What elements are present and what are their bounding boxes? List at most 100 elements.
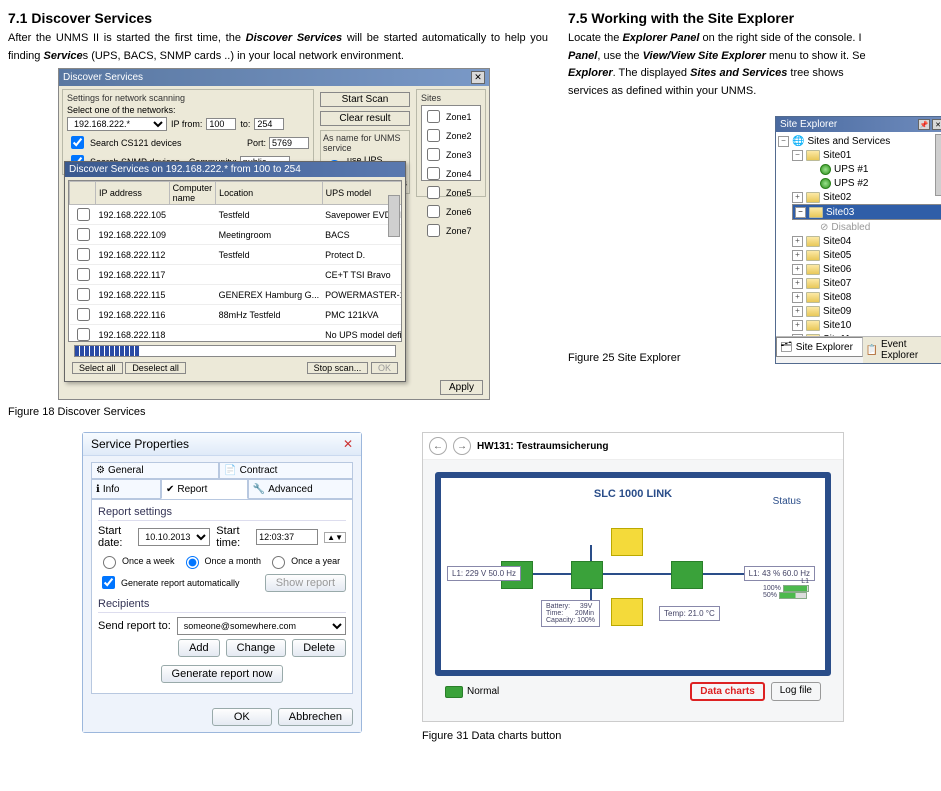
ip-from-input[interactable] — [206, 118, 236, 130]
sites-legend: Sites — [421, 93, 481, 103]
row-checkbox[interactable] — [77, 228, 90, 241]
name-legend: As name for UNMS service — [323, 133, 407, 153]
tree-site[interactable]: +Site09 — [792, 304, 941, 318]
tree-site[interactable]: +Site02 — [792, 190, 941, 204]
nav-fwd-icon[interactable]: → — [453, 437, 471, 455]
close-icon[interactable]: ✕ — [343, 437, 353, 451]
ok-button[interactable]: OK — [371, 362, 398, 374]
tree-root[interactable]: −🌐Sites and Services — [778, 134, 941, 148]
row-checkbox[interactable] — [77, 288, 90, 301]
tree-site-selected[interactable]: −Site03 — [792, 204, 941, 220]
tree-scrollbar[interactable] — [935, 134, 941, 196]
change-button[interactable]: Change — [226, 639, 287, 657]
tree-site[interactable]: +Site11 — [792, 332, 941, 336]
table-row[interactable]: 192.168.222.11688mHz TestfeldPMC 121kVA — [70, 305, 403, 325]
start-date-select[interactable]: 10.10.2013 — [138, 528, 210, 546]
delete-button[interactable]: Delete — [292, 639, 346, 657]
row-checkbox[interactable] — [77, 248, 90, 261]
tree-site[interactable]: +Site05 — [792, 248, 941, 262]
show-report-button[interactable]: Show report — [265, 574, 346, 592]
freq-year-radio[interactable] — [272, 556, 285, 569]
col-comp[interactable]: Computer name — [169, 182, 216, 205]
tree-site[interactable]: +Site10 — [792, 318, 941, 332]
select-all-button[interactable]: Select all — [72, 362, 123, 374]
log-file-button[interactable]: Log file — [771, 682, 821, 701]
cancel-button[interactable]: Abbrechen — [278, 708, 353, 726]
zone-item[interactable]: Zone7 — [423, 221, 479, 240]
network-select[interactable]: 192.168.222.* — [67, 117, 167, 131]
tree-site[interactable]: +Site04 — [792, 234, 941, 248]
tab-site-explorer[interactable]: 🗂Site Explorer — [776, 337, 863, 357]
service-icon — [820, 164, 831, 175]
tree-service[interactable]: UPS #2 — [806, 176, 941, 190]
tab-event-explorer[interactable]: 📋Event Explorer — [863, 337, 941, 363]
close-icon[interactable]: ✕ — [471, 71, 485, 84]
apply-button[interactable]: Apply — [440, 380, 483, 395]
row-checkbox[interactable] — [77, 268, 90, 281]
table-row[interactable]: 192.168.222.117CE+T TSI Bravo — [70, 265, 403, 285]
start-time-input[interactable] — [256, 529, 318, 545]
status-label: Status — [773, 496, 801, 507]
tree-disabled[interactable]: ⊘Disabled — [806, 220, 941, 234]
tab-contract[interactable]: 📄Contract — [219, 462, 353, 479]
data-charts-button[interactable]: Data charts — [690, 682, 764, 701]
ip-to-input[interactable] — [254, 118, 284, 130]
ok-button[interactable]: OK — [212, 708, 272, 726]
tree-site[interactable]: +Site06 — [792, 262, 941, 276]
tab-report[interactable]: ✔Report — [161, 479, 248, 499]
table-row[interactable]: 192.168.222.109MeetingroomBACS — [70, 225, 403, 245]
col-loc[interactable]: Location — [216, 182, 323, 205]
txt: After the UNMS II is started the first t… — [8, 32, 246, 44]
tab-general[interactable]: ⚙General — [91, 462, 219, 479]
start-time-label: Start time: — [216, 525, 250, 549]
tab-label: Contract — [240, 465, 278, 476]
table-row[interactable]: 192.168.222.115GENEREX Hamburg G...POWER… — [70, 285, 403, 305]
discover-titlebar[interactable]: Discover Services ✕ — [59, 69, 489, 86]
txt: Explorer Panel — [622, 32, 699, 44]
tree-site[interactable]: +Site08 — [792, 290, 941, 304]
zone-item[interactable]: Zone5 — [423, 183, 479, 202]
zone-item[interactable]: Zone2 — [423, 126, 479, 145]
close-icon[interactable]: ✕ — [932, 119, 941, 130]
send-to-select[interactable]: someone@somewhere.com — [177, 617, 346, 635]
scrollbar[interactable] — [388, 195, 400, 237]
txt: View/View Site Explorer — [643, 50, 766, 62]
zone-item[interactable]: Zone3 — [423, 145, 479, 164]
search-cs-checkbox[interactable] — [71, 136, 84, 149]
nav-back-icon[interactable]: ← — [429, 437, 447, 455]
deselect-all-button[interactable]: Deselect all — [125, 362, 186, 374]
tree-site[interactable]: +Site07 — [792, 276, 941, 290]
tab-advanced[interactable]: 🔧Advanced — [248, 479, 353, 499]
stop-scan-button[interactable]: Stop scan... — [307, 362, 369, 374]
auto-checkbox[interactable] — [102, 576, 115, 589]
time-stepper[interactable]: ▲▼ — [324, 532, 346, 543]
load-bars: L1 100% 50% — [763, 578, 809, 599]
freq-month-radio[interactable] — [186, 556, 199, 569]
zone-item[interactable]: Zone4 — [423, 164, 479, 183]
table-row[interactable]: 192.168.222.105TestfeldSavepower EVD UPS — [70, 205, 403, 225]
clear-result-button[interactable]: Clear result — [320, 111, 410, 126]
pin-icon[interactable]: 📌 — [918, 119, 930, 130]
port-input[interactable] — [269, 137, 309, 149]
table-row[interactable]: 192.168.222.118No UPS model defined — [70, 325, 403, 343]
site-tree[interactable]: −🌐Sites and Services −Site01 UPS #1 UPS … — [776, 132, 941, 336]
add-button[interactable]: Add — [178, 639, 220, 657]
freq-month-label: Once a month — [205, 556, 262, 566]
freq-week-radio[interactable] — [103, 556, 116, 569]
col-ip[interactable]: IP address — [96, 182, 170, 205]
start-scan-button[interactable]: Start Scan — [320, 92, 410, 107]
zone-item[interactable]: Zone1 — [423, 107, 479, 126]
site-icon — [806, 306, 820, 317]
site-icon — [806, 334, 820, 337]
generate-now-button[interactable]: Generate report now — [161, 665, 284, 683]
row-checkbox[interactable] — [77, 328, 90, 341]
tree-site[interactable]: −Site01 — [792, 148, 941, 162]
tree-service[interactable]: UPS #1 — [806, 162, 941, 176]
row-checkbox[interactable] — [77, 208, 90, 221]
row-checkbox[interactable] — [77, 308, 90, 321]
start-date-label: Start date: — [98, 525, 132, 549]
tab-info[interactable]: ℹInfo — [91, 479, 161, 499]
zone-item[interactable]: Zone6 — [423, 202, 479, 221]
txt: menu to show it. Se — [766, 50, 866, 62]
table-row[interactable]: 192.168.222.112TestfeldProtect D. — [70, 245, 403, 265]
